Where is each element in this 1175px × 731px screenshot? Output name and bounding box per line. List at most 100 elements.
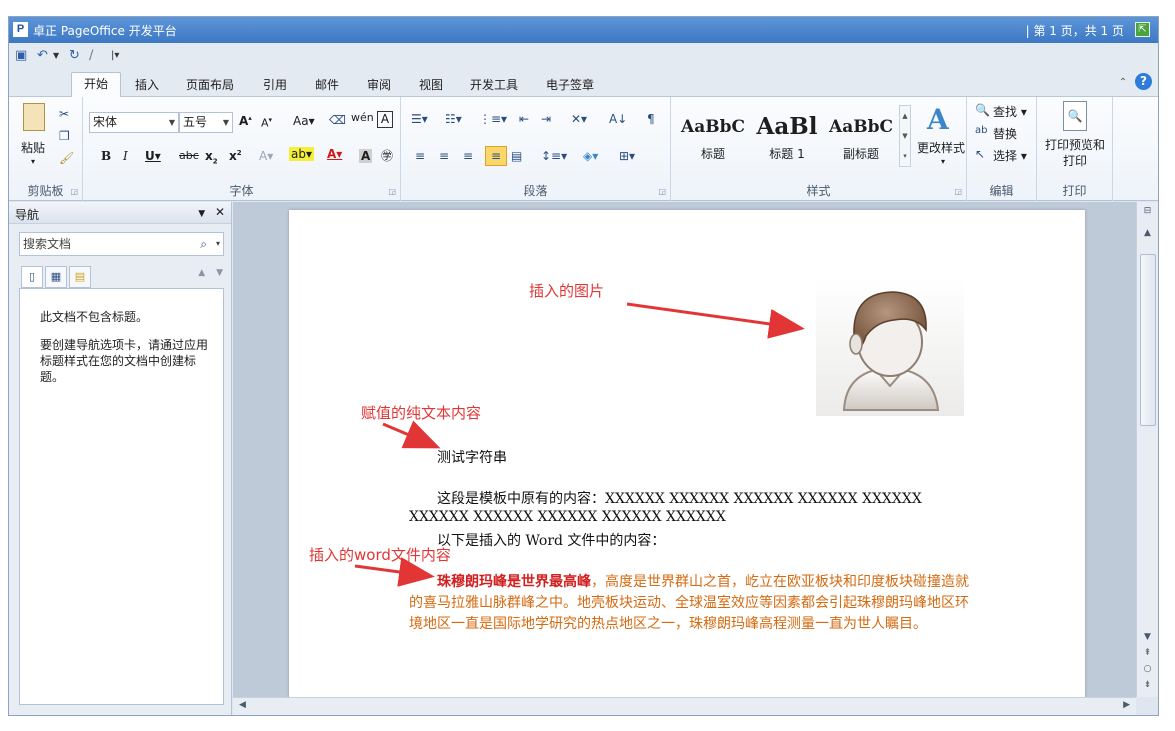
paste-icon[interactable] [23, 103, 45, 131]
tab-page-layout[interactable]: 页面布局 [177, 74, 243, 97]
align-center-icon[interactable]: ≡ [439, 149, 449, 163]
undo-dropdown-icon[interactable]: ▼ [53, 47, 59, 65]
nav-tab-headings-icon[interactable]: ▯ [21, 266, 43, 288]
numbering-icon[interactable]: ☷▾ [445, 112, 462, 126]
style-title[interactable]: AaBbC 标题 [677, 109, 749, 171]
vertical-scrollbar[interactable]: ⊟ ▲ ▼ ⇞ ○ ⇟ [1136, 202, 1158, 697]
styles-scroll-icon[interactable]: ▲ ▼ ▾ [899, 105, 911, 167]
minimize-ribbon-icon[interactable]: ⌃ [1119, 77, 1127, 88]
print-preview-button[interactable]: 打印预览和 打印 [1041, 137, 1109, 169]
select-icon[interactable]: ↖ [975, 147, 985, 161]
customize-toolbar-icon[interactable]: |▾ [111, 47, 119, 65]
borders-icon[interactable]: ⊞▾ [619, 149, 635, 163]
sort-icon[interactable]: A↓ [609, 112, 627, 126]
tab-home[interactable]: 开始 [71, 72, 121, 98]
scroll-left-icon[interactable]: ◀ [239, 700, 246, 710]
font-color-icon[interactable]: A▾ [327, 147, 342, 161]
change-case-icon[interactable]: Aa▾ [293, 114, 315, 128]
chinese-layout-icon[interactable]: ✕▾ [571, 112, 587, 126]
nav-next-icon[interactable]: ▼ [216, 268, 223, 278]
subscript-icon[interactable]: x2 [205, 149, 218, 165]
document-page[interactable]: 插入的图片 赋值的纯文本内容 插入的word文件内容 测试字符串 这段是模板中原… [289, 210, 1085, 697]
tab-insert[interactable]: 插入 [125, 74, 169, 97]
search-dropdown-icon[interactable]: ▾ [216, 233, 220, 255]
help-icon[interactable]: ? [1135, 73, 1152, 90]
character-border-icon[interactable]: A [377, 111, 393, 128]
character-shading-icon[interactable]: A [359, 149, 373, 163]
find-button[interactable]: 查找 ▾ [993, 103, 1027, 120]
enclose-character-icon[interactable]: ㊫ [381, 147, 393, 164]
distributed-icon[interactable]: ▤ [511, 149, 522, 163]
font-name-select[interactable]: 宋体 ▼ [89, 112, 179, 133]
tab-developer[interactable]: 开发工具 [461, 74, 527, 97]
scroll-right-icon[interactable]: ▶ [1123, 700, 1130, 710]
style-heading-1[interactable]: AaBl 标题 1 [751, 109, 823, 171]
decrease-indent-icon[interactable]: ⇤ [519, 112, 529, 126]
find-icon[interactable]: 🔍 [975, 103, 990, 117]
format-painter-icon[interactable]: ∕ [89, 47, 93, 65]
select-button[interactable]: 选择 ▾ [993, 147, 1027, 164]
tab-view[interactable]: 视图 [409, 74, 453, 97]
bullets-icon[interactable]: ☰▾ [411, 112, 428, 126]
underline-icon[interactable]: U▾ [145, 149, 161, 163]
nav-prev-icon[interactable]: ▲ [198, 268, 205, 278]
grow-font-icon[interactable]: A▴ [239, 114, 252, 128]
change-styles-button[interactable]: 更改样式 [917, 139, 965, 156]
redo-icon[interactable]: ↻ [69, 47, 80, 65]
tab-e-signature[interactable]: 电子签章 [537, 74, 603, 97]
align-right-icon[interactable]: ≡ [463, 149, 473, 163]
copy-icon[interactable]: ❐ [59, 129, 70, 143]
multilevel-list-icon[interactable]: ⋮≡▾ [479, 112, 507, 126]
font-size-select[interactable]: 五号 ▼ [179, 112, 233, 133]
undo-icon[interactable]: ↶ [37, 47, 48, 65]
tab-mailings[interactable]: 邮件 [305, 74, 349, 97]
superscript-icon[interactable]: x2 [229, 149, 242, 163]
change-styles-icon[interactable]: A [927, 103, 949, 136]
restore-window-icon[interactable]: ⇱ [1135, 22, 1150, 37]
nav-menu-icon[interactable]: ▼ [198, 209, 205, 219]
nav-tab-pages-icon[interactable]: ▦ [45, 266, 67, 288]
align-left-icon[interactable]: ≡ [415, 149, 425, 163]
highlight-icon[interactable]: ab▾ [289, 147, 314, 161]
italic-icon[interactable]: I [123, 149, 128, 163]
paragraph-launcher-icon[interactable]: ◲ [658, 187, 666, 196]
line-spacing-icon[interactable]: ↕≡▾ [541, 149, 567, 163]
shrink-font-icon[interactable]: A▾ [261, 116, 272, 130]
print-preview-icon[interactable]: 🔍 [1063, 101, 1087, 131]
replace-button[interactable]: 替换 [993, 125, 1017, 142]
format-painter-brush-icon[interactable]: 🖌 [59, 151, 74, 165]
next-page-icon[interactable]: ⇟ [1137, 680, 1158, 690]
change-styles-dropdown-icon[interactable]: ▾ [941, 157, 945, 166]
clipboard-launcher-icon[interactable]: ◲ [70, 187, 78, 196]
search-icon[interactable]: ⌕ [200, 233, 207, 255]
strikethrough-icon[interactable]: abc [179, 149, 199, 162]
paste-dropdown-icon[interactable]: ▾ [31, 157, 35, 166]
justify-icon[interactable]: ≡ [485, 146, 507, 166]
replace-icon[interactable]: ab [975, 125, 987, 136]
style-subtitle[interactable]: AaBbC 副标题 [825, 109, 897, 171]
paste-button[interactable]: 粘贴 [21, 139, 45, 156]
clear-format-icon[interactable]: ⌫ [329, 113, 346, 127]
browse-object-icon[interactable]: ○ [1137, 664, 1158, 674]
bold-icon[interactable]: B [101, 149, 111, 163]
shading-icon[interactable]: ◈▾ [583, 149, 598, 163]
scroll-thumb[interactable] [1140, 254, 1156, 426]
cut-icon[interactable]: ✂ [59, 107, 69, 121]
increase-indent-icon[interactable]: ⇥ [541, 112, 551, 126]
nav-search-input[interactable]: 搜索文档 ⌕ ▾ [19, 232, 224, 256]
tab-review[interactable]: 审阅 [357, 74, 401, 97]
scroll-down-icon[interactable]: ▼ [1137, 632, 1158, 642]
font-launcher-icon[interactable]: ◲ [388, 187, 396, 196]
prev-page-icon[interactable]: ⇞ [1137, 648, 1158, 658]
tab-references[interactable]: 引用 [253, 74, 297, 97]
nav-tab-results-icon[interactable]: ▤ [69, 266, 91, 288]
styles-launcher-icon[interactable]: ◲ [954, 187, 962, 196]
ruler-toggle-icon[interactable]: ⊟ [1137, 206, 1158, 216]
show-marks-icon[interactable]: ¶ [647, 112, 655, 126]
horizontal-scrollbar[interactable]: ◀ ▶ [233, 697, 1136, 715]
phonetic-guide-icon[interactable]: wén [351, 111, 374, 124]
scroll-up-icon[interactable]: ▲ [1137, 228, 1158, 238]
nav-close-icon[interactable]: ✕ [215, 205, 225, 219]
text-effects-icon[interactable]: A▾ [259, 149, 273, 163]
save-icon[interactable]: ▣ [15, 47, 27, 65]
